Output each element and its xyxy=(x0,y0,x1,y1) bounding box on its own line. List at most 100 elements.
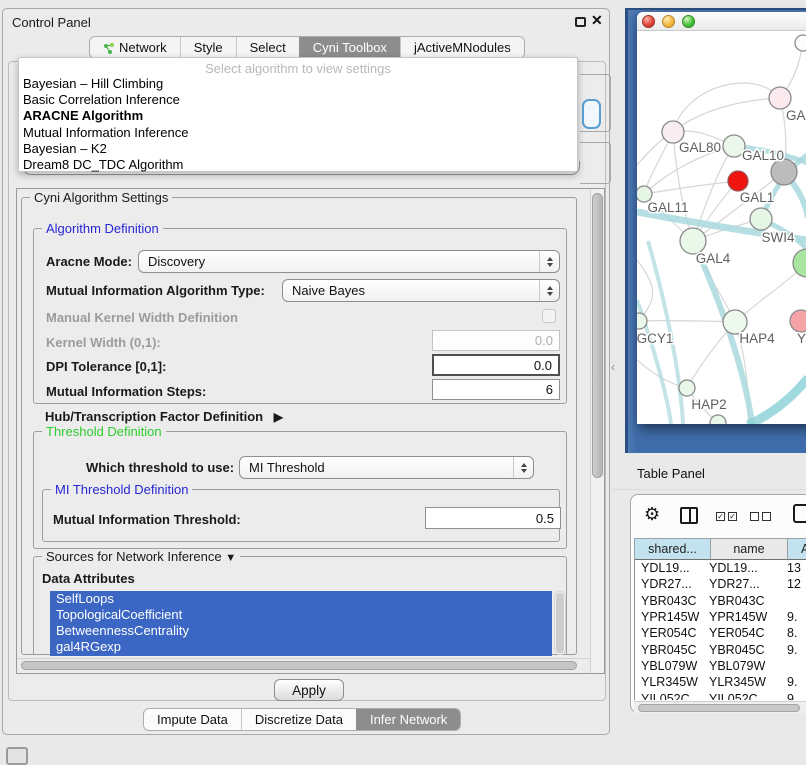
table-row[interactable]: YLR345WYLR345W9. xyxy=(635,674,806,690)
network-node[interactable] xyxy=(710,415,726,424)
float-window-icon[interactable] xyxy=(575,17,586,27)
tab-select[interactable]: Select xyxy=(236,37,299,58)
table-cell: YER054C xyxy=(635,626,707,640)
minimize-traffic-light-icon[interactable] xyxy=(662,15,675,28)
network-node[interactable] xyxy=(637,313,647,329)
deselect-all-checkbox-icon[interactable] xyxy=(762,512,771,521)
table-column-header[interactable]: shared... xyxy=(635,539,711,560)
algorithm-option[interactable]: Mutual Information Inference xyxy=(19,125,577,141)
network-node[interactable] xyxy=(728,171,748,191)
network-edge[interactable] xyxy=(639,321,735,322)
table-panel-divider xyxy=(612,489,806,490)
tab-discretize-data[interactable]: Discretize Data xyxy=(241,709,356,730)
kernel-width-label: Kernel Width (0,1): xyxy=(46,335,161,350)
table-scrollbar-thumb[interactable] xyxy=(638,704,800,712)
spinner-arrows-icon xyxy=(539,280,559,301)
table-cell: YBR045C xyxy=(635,643,707,657)
network-edge[interactable] xyxy=(673,98,780,132)
table-row[interactable]: YIL052CYIL052C9. xyxy=(635,690,806,700)
table-row[interactable]: YDR27...YDR27...12 xyxy=(635,576,806,592)
tab-infer-network[interactable]: Infer Network xyxy=(356,709,460,730)
kernel-width-field[interactable]: 0.0 xyxy=(432,330,560,351)
table-partial-icon[interactable] xyxy=(793,504,806,523)
algorithm-popup-list: Bayesian – Hill ClimbingBasic Correlatio… xyxy=(19,76,577,173)
horizontal-scrollbar-thumb[interactable] xyxy=(21,661,577,670)
gear-icon[interactable]: ⚙ xyxy=(644,504,660,525)
network-node[interactable] xyxy=(790,310,806,332)
table-column-header[interactable]: A xyxy=(788,539,806,560)
mi-steps-field[interactable]: 6 xyxy=(432,379,560,400)
algorithm-option[interactable]: Bayesian – Hill Climbing xyxy=(19,76,577,92)
algorithm-option[interactable]: ARACNE Algorithm xyxy=(19,108,577,124)
network-node[interactable] xyxy=(679,380,695,396)
network-node[interactable] xyxy=(793,249,806,277)
attributes-scrollbar-thumb[interactable] xyxy=(556,593,564,653)
sources-title[interactable]: Sources for Network Inference ▼ xyxy=(42,549,240,564)
expanded-arrow-icon[interactable]: ▼ xyxy=(225,552,236,564)
attributes-list-scrollbar[interactable] xyxy=(554,591,566,655)
table-data-groupbox-fragment xyxy=(580,142,611,184)
aracne-mode-combobox[interactable]: Discovery xyxy=(138,250,560,273)
mi-algorithm-type-combobox[interactable]: Naive Bayes xyxy=(282,279,560,302)
inference-algorithm-combo-fragment[interactable] xyxy=(582,99,601,129)
columns-icon[interactable] xyxy=(680,507,698,524)
tab-network[interactable]: Network xyxy=(90,37,180,58)
select-all-checkbox-icon[interactable]: ✓ xyxy=(716,512,725,521)
mi-algorithm-type-label: Mutual Information Algorithm Type: xyxy=(46,283,265,298)
tab-cyni-toolbox[interactable]: Cyni Toolbox xyxy=(299,37,400,58)
table-row[interactable]: YPR145WYPR145W9. xyxy=(635,609,806,625)
network-node[interactable] xyxy=(769,87,791,109)
hub-tf-definition-toggle[interactable]: Hub/Transcription Factor Definition ▶ xyxy=(45,409,283,424)
network-edge[interactable] xyxy=(673,83,780,132)
which-threshold-combobox[interactable]: MI Threshold xyxy=(239,456,534,479)
manual-kernel-width-checkbox[interactable] xyxy=(542,309,556,323)
panel-splitter-chevron-icon[interactable]: ‹ xyxy=(611,360,615,374)
network-edge[interactable] xyxy=(644,181,738,194)
data-attribute-item[interactable]: BetweennessCentrality xyxy=(50,623,552,639)
network-node-label: GAL80 xyxy=(679,140,721,155)
table-row[interactable]: YBL079WYBL079W xyxy=(635,658,806,674)
minimized-panel-icon[interactable] xyxy=(6,747,28,765)
zoom-traffic-light-icon[interactable] xyxy=(682,15,695,28)
table-horizontal-scrollbar[interactable] xyxy=(634,701,806,713)
network-node[interactable] xyxy=(750,208,772,230)
data-attribute-item[interactable]: SelfLoops xyxy=(50,591,552,607)
close-icon[interactable]: ✕ xyxy=(591,12,603,29)
data-attribute-item[interactable]: gal4RGexp xyxy=(50,639,552,655)
data-attributes-list[interactable]: SelfLoopsTopologicalCoefficientBetweenne… xyxy=(50,591,552,656)
table-row[interactable]: YBR045CYBR045C9. xyxy=(635,641,806,657)
mi-threshold-label: Mutual Information Threshold: xyxy=(53,512,241,527)
apply-button[interactable]: Apply xyxy=(274,679,344,701)
deselect-all-checkbox-icon[interactable] xyxy=(750,512,759,521)
network-window-titlebar[interactable] xyxy=(637,12,806,31)
table-row[interactable]: YBR043CYBR043C xyxy=(635,593,806,609)
mi-threshold-field[interactable]: 0.5 xyxy=(425,507,561,529)
table-cell: YDL19... xyxy=(635,561,707,575)
table-body: YDL19...YDL19...13YDR27...YDR27...12YBR0… xyxy=(634,560,806,700)
table-row[interactable]: YER054CYER054C8. xyxy=(635,625,806,641)
tab-style[interactable]: Style xyxy=(180,37,236,58)
table-cell: 13 xyxy=(785,561,806,575)
collapsed-arrow-icon[interactable]: ▶ xyxy=(274,410,283,424)
hub-tf-definition-label: Hub/Transcription Factor Definition xyxy=(45,409,263,424)
algorithm-option[interactable]: Dream8 DC_TDC Algorithm xyxy=(19,157,577,173)
network-edge[interactable] xyxy=(748,378,806,424)
select-all-checkbox-icon[interactable]: ✓ xyxy=(728,512,737,521)
algorithm-option[interactable]: Basic Correlation Inference xyxy=(19,92,577,108)
network-node-label: GAL10 xyxy=(742,148,784,163)
table-row[interactable]: YDL19...YDL19...13 xyxy=(635,560,806,576)
tab-impute-data[interactable]: Impute Data xyxy=(144,709,241,730)
close-traffic-light-icon[interactable] xyxy=(642,15,655,28)
network-view-window[interactable]: GAL7GAL80GAL10GAL1SWI4GAL11GAL4GCY1HAP4Y… xyxy=(637,12,806,424)
tab-jactivemnodules[interactable]: jActiveMNodules xyxy=(400,37,524,58)
algorithm-option[interactable]: Bayesian – K2 xyxy=(19,141,577,157)
data-attribute-item[interactable]: TopologicalCoefficient xyxy=(50,607,552,623)
dpi-tolerance-field[interactable]: 0.0 xyxy=(432,354,560,376)
algorithm-popup-placeholder: Select algorithm to view settings xyxy=(19,58,577,76)
vertical-scrollbar-thumb[interactable] xyxy=(592,193,603,478)
table-column-header[interactable]: name xyxy=(711,539,788,560)
network-graph-canvas[interactable]: GAL7GAL80GAL10GAL1SWI4GAL11GAL4GCY1HAP4Y… xyxy=(637,31,806,424)
settings-vertical-scrollbar[interactable] xyxy=(590,189,604,673)
settings-horizontal-scrollbar[interactable] xyxy=(17,658,590,672)
network-node[interactable] xyxy=(795,35,806,51)
